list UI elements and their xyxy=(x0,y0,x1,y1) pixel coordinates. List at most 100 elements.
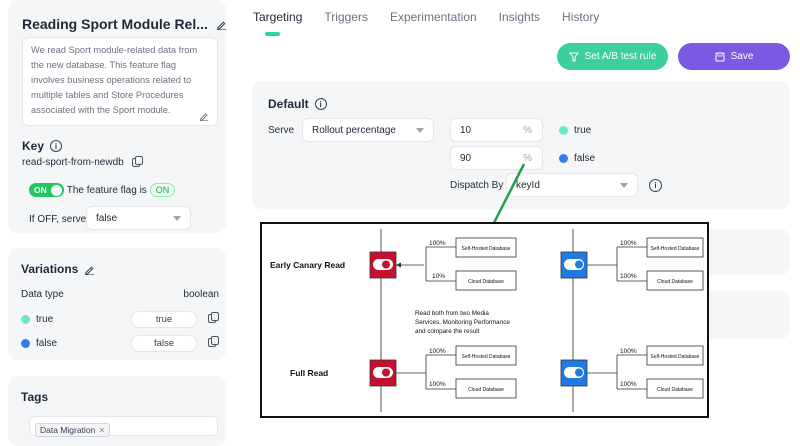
data-type-row: Data type boolean xyxy=(21,285,219,303)
tab-triggers[interactable]: Triggers xyxy=(324,10,368,24)
variation-name: true xyxy=(36,313,54,325)
edit-icon[interactable] xyxy=(84,264,95,275)
save-button[interactable]: Save xyxy=(678,43,790,70)
default-heading-text: Default xyxy=(268,97,309,111)
copy-icon[interactable] xyxy=(208,336,219,347)
edit-description-icon[interactable] xyxy=(199,111,209,121)
key-heading-text: Key xyxy=(22,139,45,153)
toggle-on-icon xyxy=(560,359,588,387)
info-icon[interactable]: i xyxy=(50,140,63,152)
toggle-on-icon xyxy=(560,251,588,279)
db-label: Cloud Database xyxy=(657,387,693,393)
variation-row: false false xyxy=(21,334,219,352)
copy-icon[interactable] xyxy=(131,156,143,167)
flag-title-row: Reading Sport Module Rel... xyxy=(22,16,227,32)
rollout-variation: false xyxy=(559,153,595,164)
pct-label: 100% xyxy=(429,381,446,388)
edit-icon[interactable] xyxy=(216,19,227,30)
toggle-knob xyxy=(50,184,62,196)
status-text: The feature flag is xyxy=(66,184,147,196)
note-line: Services. Monitoring Performance xyxy=(415,319,510,326)
pct-label: 100% xyxy=(620,348,637,355)
db-label: Self-Hosted Database xyxy=(651,246,700,252)
rollout-variation-name: true xyxy=(574,125,592,136)
tags-input[interactable]: Data Migration × xyxy=(29,416,218,437)
rollout-percent-input[interactable]: 10 % xyxy=(450,118,543,142)
data-type-value: boolean xyxy=(183,288,219,300)
pct-label: 10% xyxy=(432,273,445,280)
flag-title: Reading Sport Module Rel... xyxy=(22,16,208,32)
diagram-canvas: Early Canary Read Full Read 100% 10% Sel… xyxy=(270,229,704,412)
rollout-diagram: Early Canary Read Full Read 100% 10% Sel… xyxy=(260,222,709,418)
flag-status-row: ON The feature flag is ON xyxy=(29,183,176,197)
pct-label: 100% xyxy=(429,240,446,247)
save-label: Save xyxy=(730,51,754,62)
tab-experimentation[interactable]: Experimentation xyxy=(390,10,477,24)
serve-select[interactable]: Rollout percentage xyxy=(302,118,434,142)
flag-details-card: Reading Sport Module Rel... We read Spor… xyxy=(8,0,226,233)
serve-label: Serve xyxy=(268,125,295,136)
info-icon[interactable]: i xyxy=(314,98,327,110)
tags-heading: Tags xyxy=(21,390,49,404)
default-heading: Default i xyxy=(268,97,327,111)
variation-color-dot xyxy=(21,314,30,324)
rollout-percent-value: 10 xyxy=(460,124,472,136)
note-line: Read both from two Media xyxy=(415,310,489,317)
row-label-full-read: Full Read xyxy=(290,368,328,378)
pct-label: 100% xyxy=(620,381,637,388)
pct-label: 100% xyxy=(620,273,637,280)
variation-color-dot xyxy=(21,338,30,348)
close-icon[interactable]: × xyxy=(99,425,104,435)
key-value: read-sport-from-newdb xyxy=(22,157,124,168)
tag-chip: Data Migration × xyxy=(35,423,110,437)
key-row: read-sport-from-newdb xyxy=(22,156,143,168)
info-icon[interactable]: i xyxy=(649,179,662,192)
toggle-label: ON xyxy=(34,185,47,195)
key-heading: Key i xyxy=(22,139,63,153)
variation-color-dot xyxy=(559,154,568,163)
flag-toggle[interactable]: ON xyxy=(29,183,64,197)
tab-targeting[interactable]: Targeting xyxy=(253,10,302,24)
status-badge: ON xyxy=(149,183,176,197)
description-text: We read Sport module-related data from t… xyxy=(31,45,198,115)
active-tab-indicator xyxy=(265,32,280,36)
variation-name: false xyxy=(36,337,58,349)
db-label: Cloud Database xyxy=(657,279,693,285)
ab-test-label: Set A/B test rule xyxy=(584,51,657,62)
serve-value: Rollout percentage xyxy=(312,124,396,136)
chevron-down-icon xyxy=(416,128,424,133)
variation-row: true true xyxy=(21,310,219,328)
tab-bar: Targeting Triggers Experimentation Insig… xyxy=(253,10,599,24)
tag-label: Data Migration xyxy=(40,425,96,435)
variations-heading-text: Variations xyxy=(21,262,79,276)
variation-value-field[interactable]: false xyxy=(131,334,197,352)
rollout-variation-name: false xyxy=(574,153,596,164)
row-label-early-canary: Early Canary Read xyxy=(270,260,345,270)
off-serve-label: If OFF, serve xyxy=(29,214,87,225)
description-textarea[interactable]: We read Sport module-related data from t… xyxy=(22,37,218,126)
variations-heading: Variations xyxy=(21,262,95,276)
variation-color-dot xyxy=(559,126,568,135)
off-serve-select[interactable]: false xyxy=(86,206,191,230)
variation-value-field[interactable]: true xyxy=(131,310,197,328)
chevron-down-icon xyxy=(173,216,181,221)
copy-icon[interactable] xyxy=(208,312,219,323)
off-serve-value: false xyxy=(96,212,118,224)
pct-label: 100% xyxy=(429,348,446,355)
tab-history[interactable]: History xyxy=(562,10,599,24)
flask-icon xyxy=(568,52,579,61)
db-label: Cloud Database xyxy=(468,387,504,393)
rollout-variation: true xyxy=(559,125,591,136)
pct-label: 100% xyxy=(620,240,637,247)
chevron-down-icon xyxy=(620,183,628,188)
db-label: Cloud Database xyxy=(468,279,504,285)
tab-insights[interactable]: Insights xyxy=(499,10,540,24)
db-label: Self-Hosted Database xyxy=(651,354,700,360)
arrow-head xyxy=(396,262,401,268)
toggle-off-icon xyxy=(369,251,397,279)
data-type-label: Data type xyxy=(21,288,64,300)
ab-test-button[interactable]: Set A/B test rule xyxy=(557,43,668,70)
tags-card: Tags Data Migration × xyxy=(8,376,226,446)
db-label: Self-Hosted Database xyxy=(462,354,511,360)
db-label: Self-Hosted Database xyxy=(462,246,511,252)
